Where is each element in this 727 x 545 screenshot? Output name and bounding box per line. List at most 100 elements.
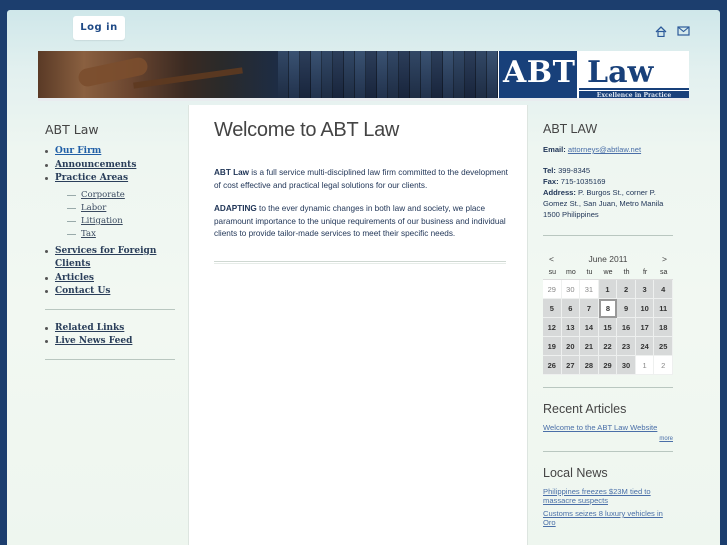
- nav-item-related-links: Related Links: [45, 322, 183, 336]
- calendar-day[interactable]: 29: [598, 356, 618, 375]
- nav-link-our-firm[interactable]: Our Firm: [55, 146, 101, 156]
- calendar-day[interactable]: 27: [561, 356, 581, 375]
- calendar-day[interactable]: 19: [543, 337, 562, 356]
- nav-item-practice-areas: Practice Areas Corporate Labor Litigatio…: [45, 172, 183, 241]
- address-label: Address:: [543, 188, 576, 197]
- contact-title: ABT LAW: [543, 122, 598, 136]
- calendar-day[interactable]: 11: [654, 299, 673, 318]
- calendar-next-button[interactable]: >: [662, 254, 667, 264]
- right-divider: [543, 387, 673, 388]
- calendar-day[interactable]: 1: [635, 356, 655, 375]
- email-link[interactable]: attorneys@abtlaw.net: [568, 145, 641, 154]
- recent-article-link[interactable]: Welcome to the ABT Law Website: [543, 423, 673, 432]
- calendar-day[interactable]: 4: [654, 280, 673, 299]
- calendar-day[interactable]: 6: [561, 299, 581, 318]
- sidebar-divider: [45, 308, 175, 310]
- nav-link-litigation[interactable]: Litigation: [81, 216, 123, 226]
- nav-item-articles: Articles: [45, 272, 183, 286]
- fax-value: 715-1035169: [560, 177, 606, 186]
- calendar-day[interactable]: 13: [561, 318, 581, 337]
- calendar-day[interactable]: 20: [561, 337, 581, 356]
- news-link[interactable]: Philippines freezes $23M tied to massacr…: [543, 487, 673, 505]
- sub-item-tax: Tax: [67, 228, 183, 241]
- calendar-day[interactable]: 26: [543, 356, 562, 375]
- fax-label: Fax:: [543, 177, 559, 186]
- calendar-prev-button[interactable]: <: [549, 254, 554, 264]
- nav-link-corporate[interactable]: Corporate: [81, 190, 125, 200]
- calendar-day[interactable]: 9: [617, 299, 636, 318]
- calendar-day[interactable]: 18: [654, 318, 673, 337]
- nav-link-foreign-clients[interactable]: Services for Foreign Clients: [55, 246, 156, 270]
- page-title: Welcome to ABT Law: [214, 119, 400, 141]
- home-icon[interactable]: [655, 26, 667, 37]
- calendar-day[interactable]: 25: [654, 337, 673, 356]
- calendar-weekday: th: [623, 269, 630, 276]
- nav-link-labor[interactable]: Labor: [81, 203, 106, 213]
- calendar-day[interactable]: 2: [617, 280, 636, 299]
- calendar-weekdays: su mo tu we th fr sa: [543, 266, 673, 280]
- calendar: < June 2011 > su mo tu we th fr sa 29 30 31 1 2 3 4 5…: [543, 252, 673, 375]
- adapting-text: to the ever dynamic changes in both law …: [214, 204, 506, 238]
- nav-link-live-news-feed[interactable]: Live News Feed: [55, 336, 132, 346]
- email-label: Email:: [543, 145, 566, 154]
- calendar-day[interactable]: 22: [598, 337, 618, 356]
- calendar-day[interactable]: 2: [654, 356, 673, 375]
- calendar-grid: 29 30 31 1 2 3 4 5 6 7 8 9 10 11 12 13 14 15 16 17 18 19 20 21 2…: [543, 280, 673, 375]
- sub-item-corporate: Corporate: [67, 189, 183, 202]
- calendar-day[interactable]: 31: [580, 280, 599, 299]
- right-sidebar: ABT LAW Email: attorneys@abtlaw.net Tel:…: [543, 122, 673, 527]
- calendar-day[interactable]: 1: [598, 280, 618, 299]
- calendar-day[interactable]: 28: [580, 356, 599, 375]
- nav-item-our-firm: Our Firm: [45, 145, 183, 159]
- sidebar-divider: [45, 358, 175, 360]
- calendar-day[interactable]: 8: [598, 299, 618, 318]
- nav-link-contact-us[interactable]: Contact Us: [55, 286, 110, 296]
- calendar-day[interactable]: 21: [580, 337, 599, 356]
- mail-icon[interactable]: [677, 26, 690, 37]
- calendar-day[interactable]: 30: [617, 356, 636, 375]
- calendar-weekday: fr: [642, 269, 648, 276]
- calendar-day[interactable]: 3: [635, 280, 655, 299]
- calendar-weekday: su: [548, 269, 556, 276]
- content-divider: [214, 261, 506, 264]
- adapting-bold: ADAPTING: [214, 204, 257, 213]
- nav-item-announcements: Announcements: [45, 159, 183, 173]
- calendar-day[interactable]: 29: [543, 280, 562, 299]
- more-link[interactable]: more: [543, 436, 673, 442]
- nav-link-practice-areas[interactable]: Practice Areas: [55, 173, 128, 183]
- calendar-weekday: mo: [565, 269, 576, 276]
- calendar-weekday: tu: [586, 269, 593, 276]
- calendar-day[interactable]: 16: [617, 318, 636, 337]
- nav-link-related-links[interactable]: Related Links: [55, 323, 124, 333]
- calendar-day[interactable]: 17: [635, 318, 655, 337]
- calendar-day[interactable]: 30: [561, 280, 581, 299]
- calendar-day[interactable]: 10: [635, 299, 655, 318]
- nav-item-live-news-feed: Live News Feed: [45, 335, 183, 349]
- calendar-weekday: sa: [660, 269, 668, 276]
- nav-item-foreign-clients: Services for Foreign Clients: [45, 245, 183, 272]
- sidebar-title: ABT Law: [45, 122, 99, 137]
- calendar-day[interactable]: 12: [543, 318, 562, 337]
- calendar-day[interactable]: 23: [617, 337, 636, 356]
- nav-link-tax[interactable]: Tax: [81, 229, 96, 239]
- right-divider: [543, 235, 673, 236]
- news-link[interactable]: Customs seizes 8 luxury vehicles in Oro: [543, 509, 673, 527]
- calendar-day[interactable]: 24: [635, 337, 655, 356]
- nav-link-articles[interactable]: Articles: [55, 273, 94, 283]
- calendar-day[interactable]: 15: [598, 318, 618, 337]
- logo-abt: ABT: [503, 55, 576, 90]
- calendar-day[interactable]: 5: [543, 299, 562, 318]
- calendar-day[interactable]: 7: [580, 299, 599, 318]
- adapting-paragraph: ADAPTING to the ever dynamic changes in …: [214, 203, 509, 241]
- calendar-header: < June 2011 >: [543, 252, 673, 266]
- contact-info: Email: attorneys@abtlaw.net Tel: 399-834…: [543, 144, 673, 220]
- login-button[interactable]: Log in: [73, 16, 125, 40]
- nav-link-announcements[interactable]: Announcements: [55, 160, 136, 170]
- left-sidebar: ABT Law Our Firm Announcements Practice …: [45, 122, 183, 372]
- top-icons: [655, 26, 690, 37]
- tel-label: Tel:: [543, 166, 556, 175]
- right-divider: [543, 451, 673, 452]
- main-content: Welcome to ABT Law ABT Law is a full ser…: [188, 105, 528, 545]
- top-bar: Log in: [7, 10, 720, 50]
- calendar-day[interactable]: 14: [580, 318, 599, 337]
